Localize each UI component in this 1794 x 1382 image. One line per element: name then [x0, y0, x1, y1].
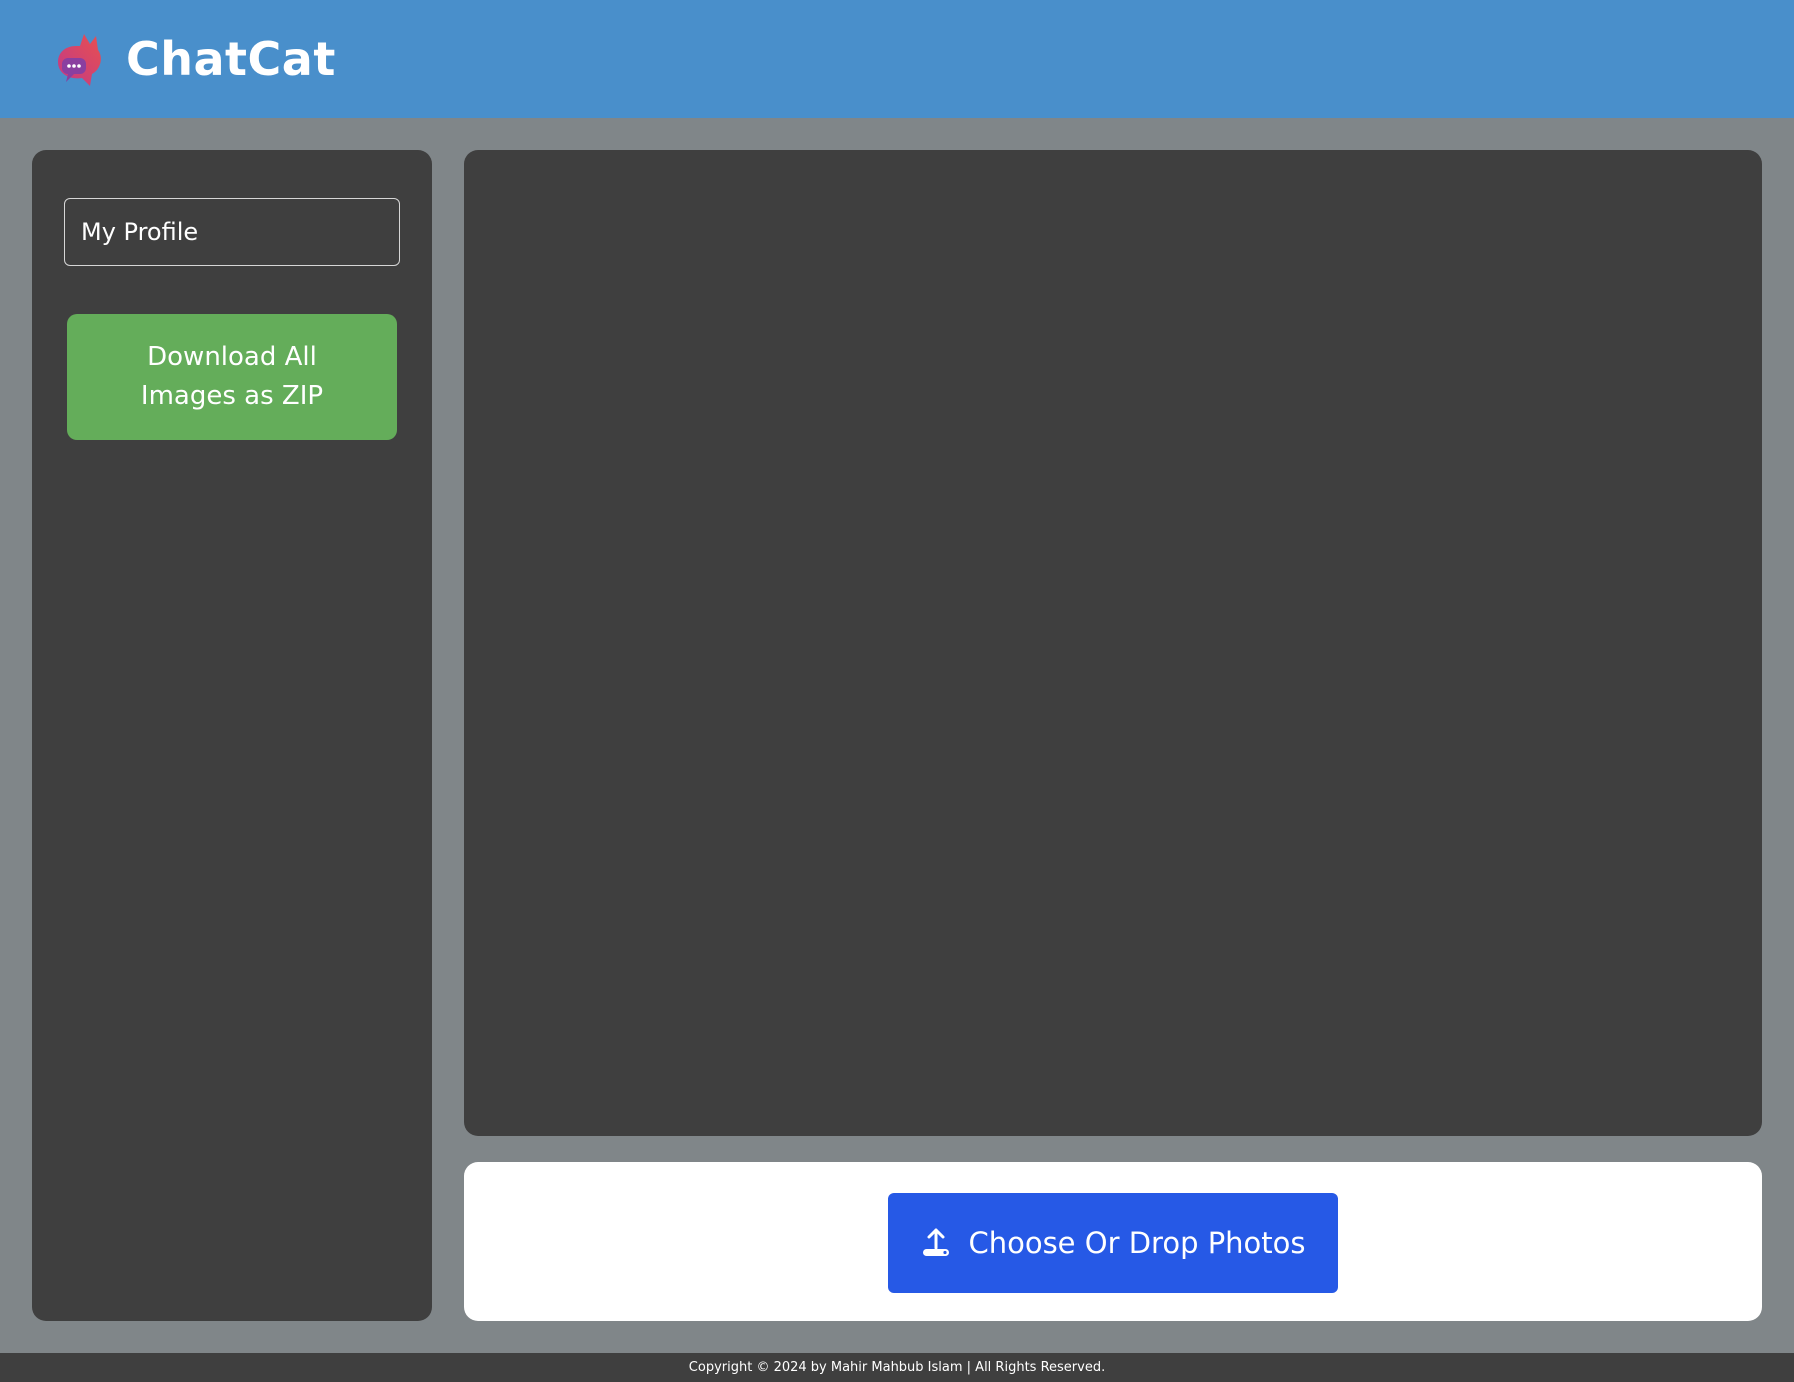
app-brand-title: ChatCat [126, 32, 336, 86]
choose-drop-photos-label: Choose Or Drop Photos [968, 1226, 1306, 1260]
cat-chat-logo-icon[interactable] [54, 30, 106, 88]
choose-drop-photos-button[interactable]: Choose Or Drop Photos [888, 1193, 1338, 1293]
upload-icon [920, 1227, 952, 1259]
app-header: ChatCat [0, 0, 1794, 118]
upload-panel: Choose Or Drop Photos [464, 1162, 1762, 1321]
footer: Copyright © 2024 by Mahir Mahbub Islam |… [0, 1353, 1794, 1382]
my-profile-button[interactable]: My Profile [64, 198, 400, 266]
upload-icon-svg [923, 1228, 950, 1256]
copyright-text: Copyright © 2024 by Mahir Mahbub Islam |… [688, 1360, 1106, 1375]
image-display-panel [464, 150, 1762, 1136]
cat-chat-logo-svg [58, 34, 101, 86]
sidebar: My Profile Download All Images as ZIP [32, 150, 432, 1321]
download-all-zip-button[interactable]: Download All Images as ZIP [67, 314, 397, 440]
